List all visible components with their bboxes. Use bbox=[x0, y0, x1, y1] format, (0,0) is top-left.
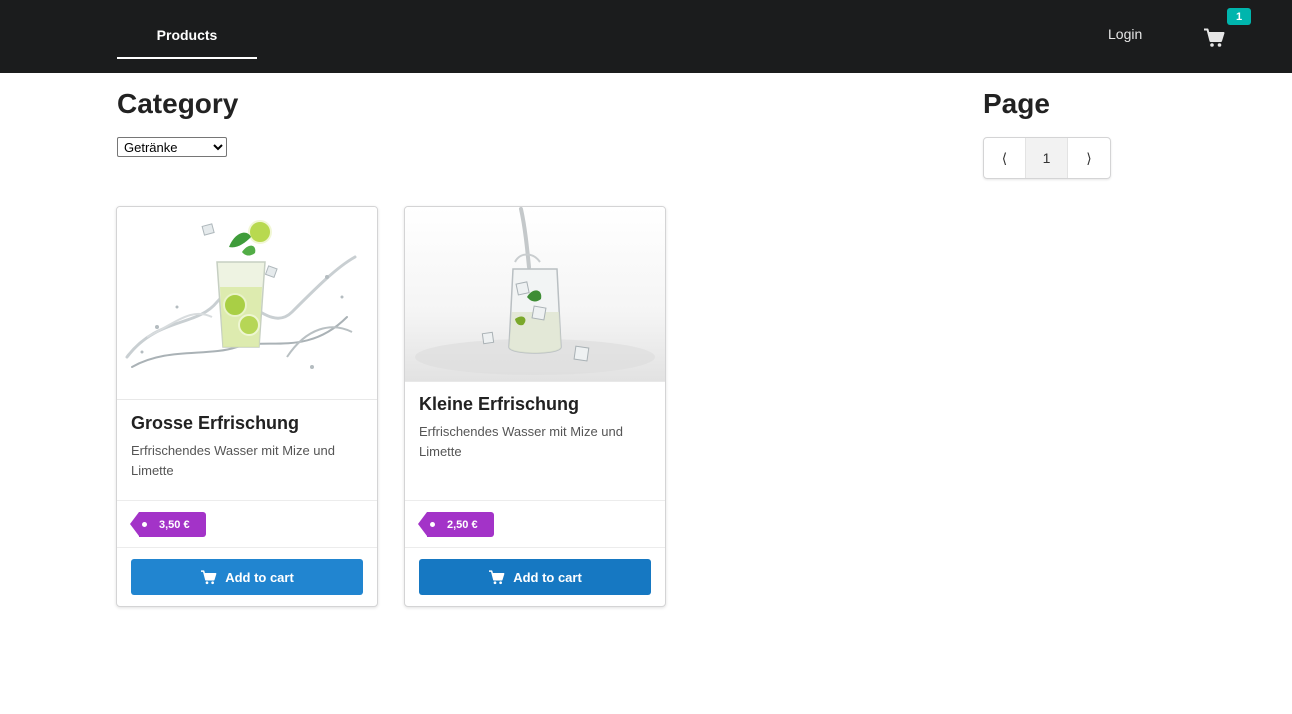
nav-products-tab[interactable]: Products bbox=[117, 0, 257, 59]
product-image bbox=[405, 207, 665, 382]
next-page-button[interactable]: ⟩ bbox=[1068, 138, 1110, 178]
add-to-cart-label: Add to cart bbox=[513, 569, 582, 585]
product-image bbox=[117, 207, 377, 400]
page-number-button[interactable]: 1 bbox=[1026, 138, 1068, 178]
product-description: Erfrischendes Wasser mit Mize und Limett… bbox=[419, 424, 623, 459]
category-heading: Category bbox=[117, 88, 239, 119]
pagination: ⟨ 1 ⟩ bbox=[983, 137, 1111, 179]
price-row: 2,50 € bbox=[405, 500, 665, 548]
add-to-cart-label: Add to cart bbox=[225, 569, 294, 585]
page-heading: Page bbox=[983, 88, 1050, 119]
price-tag: 3,50 € bbox=[130, 512, 206, 537]
product-card: Kleine Erfrischung Erfrischendes Wasser … bbox=[404, 206, 666, 607]
product-name[interactable]: Grosse Erfrischung bbox=[131, 413, 299, 434]
cart-count-badge: 1 bbox=[1227, 8, 1251, 25]
price-row: 3,50 € bbox=[117, 500, 377, 548]
cart-icon bbox=[201, 569, 217, 584]
cart-icon bbox=[489, 569, 505, 584]
nav-login-link[interactable]: Login bbox=[1108, 26, 1142, 42]
prev-page-button[interactable]: ⟨ bbox=[984, 138, 1026, 178]
price-tag: 2,50 € bbox=[418, 512, 494, 537]
add-to-cart-button[interactable]: Add to cart bbox=[419, 559, 651, 595]
cart-icon[interactable] bbox=[1203, 28, 1225, 48]
product-description: Erfrischendes Wasser mit Mize und Limett… bbox=[131, 443, 335, 478]
top-navbar: Products Login 1 bbox=[0, 0, 1292, 73]
product-name[interactable]: Kleine Erfrischung bbox=[419, 394, 579, 415]
product-card: Grosse Erfrischung Erfrischendes Wasser … bbox=[116, 206, 378, 607]
add-to-cart-button[interactable]: Add to cart bbox=[131, 559, 363, 595]
category-select[interactable]: Getränke bbox=[117, 137, 227, 157]
